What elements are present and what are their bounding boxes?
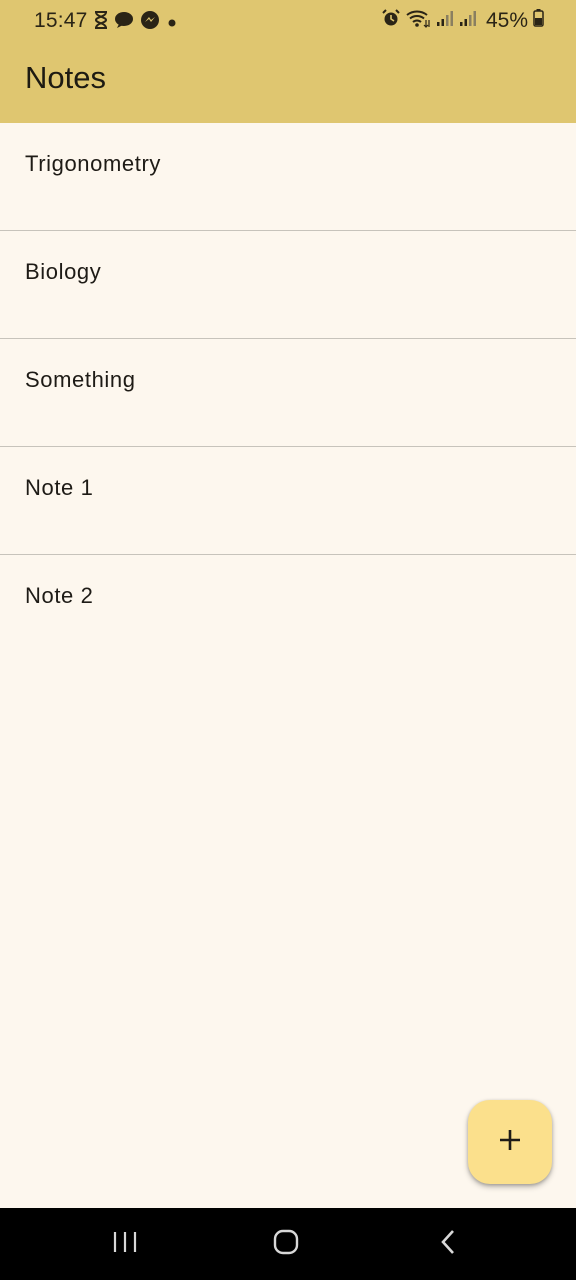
status-icons-left [94,10,178,36]
home-icon [273,1229,299,1260]
note-item[interactable]: Biology [0,231,576,339]
note-item[interactable]: Trigonometry [0,123,576,231]
status-icons-right: 45% [382,8,544,34]
battery-icon [533,9,544,33]
note-item[interactable]: Note 1 [0,447,576,555]
alarm-icon [382,9,400,33]
page-title: Notes [25,60,106,95]
plus-icon [498,1128,522,1157]
signal-icon [436,9,454,33]
signal-icon [459,9,477,33]
battery-percentage: 45% [485,9,528,32]
back-button[interactable] [428,1226,468,1262]
hourglass-icon [94,11,108,35]
recents-icon [112,1230,138,1259]
chat-bubble-icon [114,11,134,35]
status-bar: 15:47 45% [0,0,576,44]
note-title: Note 1 [25,475,94,500]
recents-button[interactable] [105,1226,145,1262]
app-bar: 15:47 45% Notes [0,0,576,123]
home-button[interactable] [266,1226,306,1262]
back-icon [440,1229,456,1260]
note-item[interactable]: Note 2 [0,555,576,662]
messenger-icon [140,10,160,36]
note-title: Something [25,367,136,392]
note-title: Biology [25,259,102,284]
wifi-icon [405,8,431,34]
note-item[interactable]: Something [0,339,576,447]
dot-icon [166,11,178,35]
status-time: 15:47 [34,9,88,32]
note-title: Trigonometry [25,151,161,176]
system-nav-bar [0,1208,576,1280]
add-note-button[interactable] [468,1100,552,1184]
note-title: Note 2 [25,583,94,608]
note-list: Trigonometry Biology Something Note 1 No… [0,123,576,662]
